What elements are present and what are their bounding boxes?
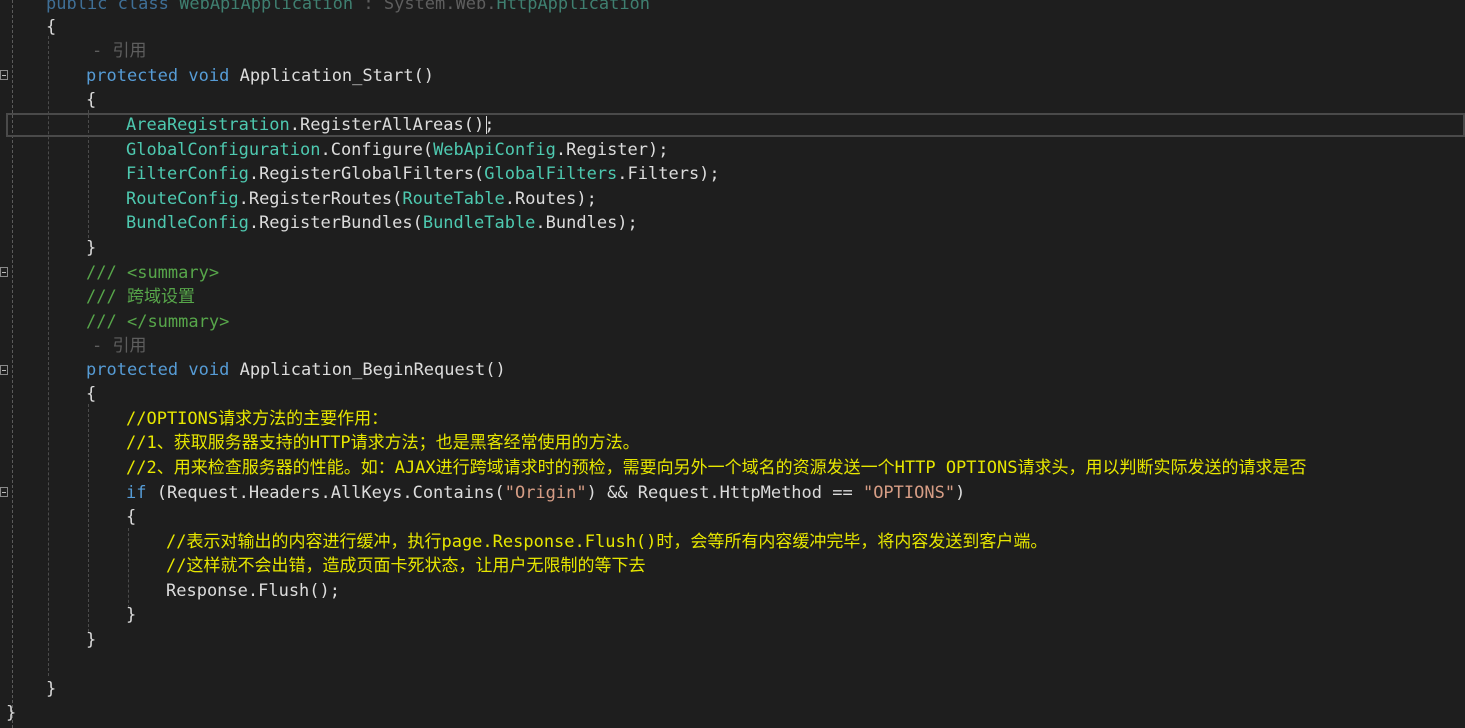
expression: ) && Request.HttpMethod == (586, 483, 863, 503)
comment-line: //这样就不会出错，造成页面卡死状态，让用户无限制的等下去 (166, 554, 645, 578)
doc-comment-slashes: /// (86, 287, 117, 307)
type-name: FilterConfig (126, 164, 249, 184)
codelens-reference[interactable]: - 引用 (92, 39, 146, 63)
doc-comment-line: /// <summary> (86, 261, 219, 285)
punctuation: : (363, 0, 374, 14)
code-line: GlobalConfiguration.Configure(WebApiConf… (126, 138, 668, 162)
type-name: WebApiApplication (179, 0, 354, 14)
comment: //这样就不会出错，造成页面卡死状态，让用户无限制的等下去 (166, 556, 646, 576)
type-name: GlobalConfiguration (126, 140, 321, 160)
doc-comment-slashes: /// (86, 312, 117, 332)
code-line: protected void Application_BeginRequest(… (86, 358, 506, 382)
method-name: Application_Start() (239, 66, 435, 86)
doc-comment-tag: <summary> (126, 263, 220, 283)
collapse-icon[interactable] (0, 365, 8, 375)
code-line: Response.Flush(); (166, 579, 340, 603)
string-literal: "Origin" (504, 483, 587, 503)
keyword: void (188, 66, 230, 86)
method-call: .RegisterGlobalFilters( (248, 164, 485, 184)
doc-comment-tag: </summary> (126, 312, 230, 332)
method-call: .RegisterRoutes( (238, 189, 403, 209)
code-line: } (86, 236, 96, 260)
codelens-reference[interactable]: - 引用 (92, 334, 146, 358)
type-name: HttpApplication (496, 0, 651, 14)
code-line[interactable]: AreaRegistration.RegisterAllAreas(); (126, 113, 494, 137)
type-name: BundleTable (422, 213, 536, 233)
comment-line: //1、获取服务器支持的HTTP请求方法；也是黑客经常使用的方法。 (126, 431, 640, 455)
collapse-icon[interactable] (0, 267, 8, 277)
method-call: .Configure( (320, 140, 434, 160)
type-name: BundleConfig (126, 213, 249, 233)
expression: (Request.Headers.AllKeys.Contains( (146, 483, 505, 503)
indent-guide (128, 528, 129, 608)
outline-gutter (0, 0, 14, 728)
comment-line: //2、用来检查服务器的性能。如：AJAX进行跨域请求时的预检，需要向另外一个域… (126, 456, 1306, 480)
comment-line: //表示对输出的内容进行缓冲，执行page.Response.Flush()时，… (166, 530, 1047, 554)
code-line: { (86, 88, 96, 112)
indent-guide (88, 404, 89, 632)
type-name: WebApiConfig (433, 140, 556, 160)
argument: .Bundles); (535, 213, 638, 233)
brace: } (126, 605, 137, 625)
type-name: AreaRegistration (126, 115, 290, 135)
code-line: { (126, 505, 136, 529)
collapse-icon[interactable] (0, 70, 8, 80)
brace: } (86, 238, 97, 258)
outline-line (12, 0, 13, 728)
expression: ) (955, 483, 966, 503)
statement: Response.Flush(); (166, 581, 340, 601)
keyword: void (188, 360, 230, 380)
doc-comment-line: /// 跨域设置 (86, 285, 195, 309)
code-line: protected void Application_Start() (86, 64, 434, 88)
argument: .Register); (555, 140, 669, 160)
code-line: } (86, 628, 96, 652)
code-line: RouteConfig.RegisterRoutes(RouteTable.Ro… (126, 187, 597, 211)
comment: //2、用来检查服务器的性能。如：AJAX进行跨域请求时的预检，需要向另外一个域… (126, 458, 1307, 478)
code-line: } (6, 701, 16, 725)
reference-count[interactable]: - 引用 (92, 41, 146, 61)
brace: { (46, 17, 57, 37)
namespace: Web (455, 0, 487, 14)
brace: { (86, 90, 97, 110)
doc-comment-slashes: /// (86, 263, 117, 283)
argument: .Routes); (504, 189, 597, 209)
code-line: FilterConfig.RegisterGlobalFilters(Globa… (126, 162, 720, 186)
doc-comment-text: 跨域设置 (126, 287, 195, 307)
comment-line: //OPTIONS请求方法的主要作用： (126, 407, 388, 431)
code-line: BundleConfig.RegisterBundles(BundleTable… (126, 211, 638, 235)
type-name: RouteTable (402, 189, 505, 209)
code-line: } (46, 677, 56, 701)
code-line: { (46, 15, 56, 39)
method-name: Application_BeginRequest() (239, 360, 506, 380)
comment: //表示对输出的内容进行缓冲，执行page.Response.Flush()时，… (166, 532, 1048, 552)
collapse-icon[interactable] (0, 487, 8, 497)
brace: } (86, 630, 97, 650)
code-line: if (Request.Headers.AllKeys.Contains("Or… (126, 481, 965, 505)
type-name: GlobalFilters (484, 164, 618, 184)
code-line: { (86, 382, 96, 406)
reference-count[interactable]: - 引用 (92, 336, 146, 356)
argument: .Filters); (617, 164, 720, 184)
keyword: class (117, 0, 169, 14)
comment: //1、获取服务器支持的HTTP请求方法；也是黑客经常使用的方法。 (126, 433, 640, 453)
doc-comment-line: /// </summary> (86, 310, 229, 334)
brace: } (46, 679, 57, 699)
code-line: } (126, 603, 136, 627)
brace: } (6, 703, 17, 723)
keyword: public (46, 0, 108, 14)
keyword: protected (86, 66, 179, 86)
keyword: protected (86, 360, 179, 380)
namespace: System (383, 0, 446, 14)
code-editor[interactable]: public class WebApiApplication : System.… (0, 0, 1465, 728)
method-call: .RegisterAllAreas(); (289, 115, 495, 135)
method-call: .RegisterBundles( (248, 213, 423, 233)
comment: //OPTIONS请求方法的主要作用： (126, 409, 389, 429)
code-line: public class WebApiApplication : System.… (46, 0, 650, 16)
brace: { (86, 384, 97, 404)
keyword: if (126, 483, 147, 503)
brace: { (126, 507, 137, 527)
string-literal: "OPTIONS" (862, 483, 956, 503)
type-name: RouteConfig (126, 189, 239, 209)
